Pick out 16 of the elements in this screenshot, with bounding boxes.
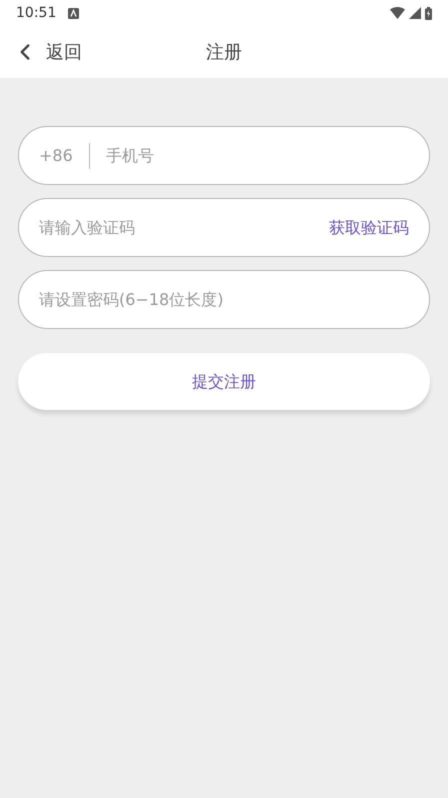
status-time: 10:51 bbox=[16, 4, 56, 22]
notification-icon bbox=[68, 8, 80, 18]
back-button[interactable]: 返回 bbox=[12, 38, 82, 66]
password-input[interactable]: 请设置密码(6−18位长度) bbox=[39, 288, 409, 312]
wifi-icon bbox=[390, 7, 405, 19]
phone-number-input[interactable]: 手机号 bbox=[106, 144, 409, 168]
battery-icon bbox=[425, 6, 432, 20]
phone-field[interactable]: +86 手机号 bbox=[18, 126, 430, 185]
get-code-link[interactable]: 获取验证码 bbox=[329, 216, 409, 240]
page-title: 注册 bbox=[206, 40, 242, 64]
submit-button[interactable]: 提交注册 bbox=[18, 353, 430, 410]
verification-code-input[interactable]: 请输入验证码 bbox=[39, 216, 329, 240]
verification-code-field[interactable]: 请输入验证码 获取验证码 bbox=[18, 198, 430, 257]
country-code: +86 bbox=[39, 144, 74, 166]
signal-icon bbox=[409, 7, 421, 19]
password-field[interactable]: 请设置密码(6−18位长度) bbox=[18, 270, 430, 329]
